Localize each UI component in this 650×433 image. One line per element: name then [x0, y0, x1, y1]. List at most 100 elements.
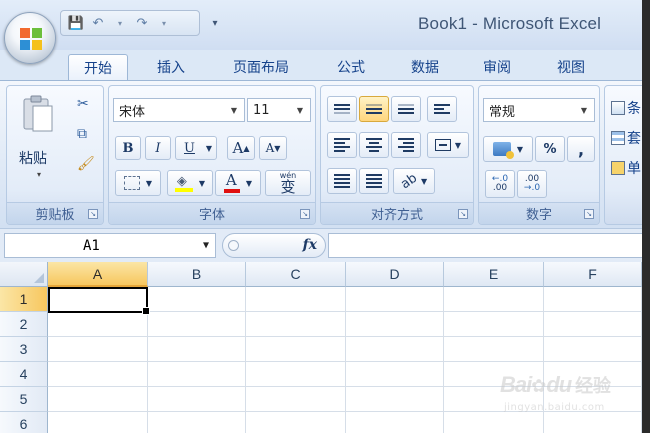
formula-input[interactable]	[328, 233, 644, 258]
cell-f2[interactable]	[544, 312, 642, 337]
accounting-format-button[interactable]: ▼	[483, 136, 533, 162]
orientation-button[interactable]: ab ▼	[393, 168, 435, 194]
underline-button[interactable]: U ▼	[175, 136, 217, 160]
cell-f3[interactable]	[544, 337, 642, 362]
cell-a4[interactable]	[48, 362, 148, 387]
tab-page-layout[interactable]: 页面布局	[218, 54, 304, 80]
align-bottom-button[interactable]	[391, 96, 421, 122]
cell-d1[interactable]	[346, 287, 444, 312]
insert-function-button[interactable]: fx	[303, 237, 317, 253]
number-launcher-icon[interactable]: ↘	[584, 209, 594, 219]
alignment-launcher-icon[interactable]: ↘	[458, 209, 468, 219]
office-button[interactable]	[4, 12, 56, 64]
cell-c2[interactable]	[246, 312, 346, 337]
font-size-select[interactable]: 11 ▼	[247, 98, 311, 122]
cell-c5[interactable]	[246, 387, 346, 412]
resize-handle-icon[interactable]	[228, 240, 239, 251]
decrease-indent-button[interactable]	[327, 168, 357, 194]
format-as-table-button[interactable]: 套	[611, 128, 641, 148]
cell-d3[interactable]	[346, 337, 444, 362]
cell-e2[interactable]	[444, 312, 544, 337]
cell-c3[interactable]	[246, 337, 346, 362]
column-header-c[interactable]: C	[246, 262, 346, 287]
cell-b3[interactable]	[148, 337, 246, 362]
cell-a2[interactable]	[48, 312, 148, 337]
align-top-button[interactable]	[327, 96, 357, 122]
cell-d5[interactable]	[346, 387, 444, 412]
redo-icon[interactable]: ↷	[133, 14, 151, 32]
tab-review[interactable]: 审阅	[468, 54, 526, 80]
merge-center-button[interactable]: ▼	[427, 132, 469, 158]
undo-icon[interactable]: ↶	[89, 14, 107, 32]
tab-formulas[interactable]: 公式	[322, 54, 380, 80]
save-icon[interactable]: 💾	[67, 14, 85, 32]
format-painter-icon[interactable]: 🖌	[77, 156, 95, 172]
column-header-f[interactable]: F	[544, 262, 642, 287]
paste-dropdown-icon[interactable]: ▾	[37, 170, 41, 179]
grow-font-button[interactable]: A ▲	[227, 136, 255, 160]
cell-c1[interactable]	[246, 287, 346, 312]
name-box[interactable]: A1 ▼	[4, 233, 216, 258]
cell-b2[interactable]	[148, 312, 246, 337]
font-launcher-icon[interactable]: ↘	[300, 209, 310, 219]
cell-b4[interactable]	[148, 362, 246, 387]
bold-button[interactable]: B	[115, 136, 141, 160]
comma-style-button[interactable]: ,	[567, 136, 595, 162]
cell-e1[interactable]	[444, 287, 544, 312]
increase-indent-button[interactable]	[359, 168, 389, 194]
wrap-text-button[interactable]	[427, 96, 457, 122]
undo-dropdown-icon[interactable]: ▾	[111, 14, 129, 32]
borders-button[interactable]: ▼	[115, 170, 161, 196]
cell-a5[interactable]	[48, 387, 148, 412]
italic-button[interactable]: I	[145, 136, 171, 160]
align-center-button[interactable]	[359, 132, 389, 158]
cut-icon[interactable]: ✂	[77, 96, 89, 112]
cell-d2[interactable]	[346, 312, 444, 337]
copy-icon[interactable]: ⧉	[77, 126, 87, 142]
cell-b1[interactable]	[148, 287, 246, 312]
percent-button[interactable]: %	[535, 136, 565, 162]
row-header-2[interactable]: 2	[0, 312, 48, 337]
column-header-e[interactable]: E	[444, 262, 544, 287]
paste-button[interactable]: 粘贴 ▾	[17, 94, 61, 186]
cell-f1[interactable]	[544, 287, 642, 312]
tab-view[interactable]: 视图	[542, 54, 600, 80]
cell-c6[interactable]	[246, 412, 346, 433]
decrease-decimal-button[interactable]: .00 →.0	[517, 170, 547, 198]
align-middle-button[interactable]	[359, 96, 389, 122]
conditional-format-button[interactable]: 条	[611, 98, 641, 118]
row-header-6[interactable]: 6	[0, 412, 48, 433]
active-cell-a1[interactable]	[48, 287, 150, 315]
cell-b5[interactable]	[148, 387, 246, 412]
clipboard-launcher-icon[interactable]: ↘	[88, 209, 98, 219]
align-right-button[interactable]	[391, 132, 421, 158]
tab-home[interactable]: 开始	[68, 54, 128, 80]
cell-b6[interactable]	[148, 412, 246, 433]
row-header-3[interactable]: 3	[0, 337, 48, 362]
column-header-a[interactable]: A	[48, 262, 148, 287]
font-name-select[interactable]: 宋体 ▼	[113, 98, 245, 122]
cell-e3[interactable]	[444, 337, 544, 362]
row-header-1[interactable]: 1	[0, 287, 48, 312]
increase-decimal-button[interactable]: ←.0.00	[485, 170, 515, 198]
row-header-5[interactable]: 5	[0, 387, 48, 412]
cell-styles-button[interactable]: 单	[611, 158, 641, 178]
cell-a6[interactable]	[48, 412, 148, 433]
column-header-d[interactable]: D	[346, 262, 444, 287]
number-format-select[interactable]: 常规 ▼	[483, 98, 595, 122]
select-all-button[interactable]	[0, 262, 48, 287]
align-left-button[interactable]	[327, 132, 357, 158]
shrink-font-button[interactable]: A ▼	[259, 136, 287, 160]
cell-a3[interactable]	[48, 337, 148, 362]
cell-c4[interactable]	[246, 362, 346, 387]
customize-qat-icon[interactable]: ▾	[206, 14, 224, 32]
chevron-down-icon[interactable]: ▼	[203, 240, 209, 251]
fill-color-button[interactable]: ◈ ▼	[167, 170, 213, 196]
row-header-4[interactable]: 4	[0, 362, 48, 387]
tab-insert[interactable]: 插入	[142, 54, 200, 80]
font-color-button[interactable]: A ▼	[215, 170, 261, 196]
cell-d4[interactable]	[346, 362, 444, 387]
cell-d6[interactable]	[346, 412, 444, 433]
tab-data[interactable]: 数据	[396, 54, 454, 80]
phonetic-button[interactable]: wén 变	[265, 170, 311, 196]
